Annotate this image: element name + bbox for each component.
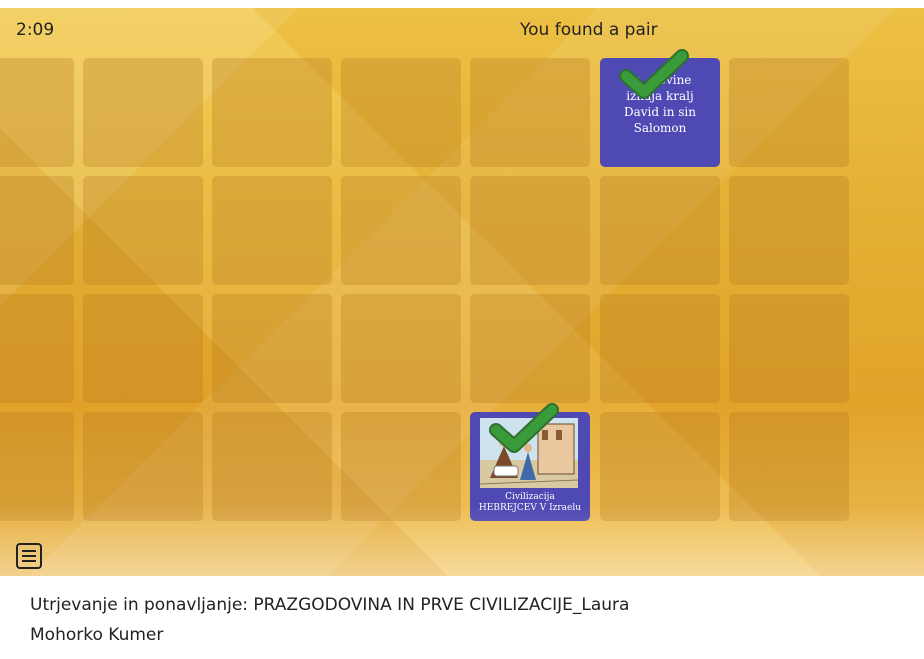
- card-caption-line: HEBREJCEV V Izraelu: [478, 503, 582, 513]
- card-hidden[interactable]: [212, 412, 332, 521]
- card-hidden[interactable]: [600, 176, 720, 285]
- menu-icon: [22, 550, 36, 552]
- timer: 2:09: [16, 20, 55, 40]
- card-hidden[interactable]: [212, 294, 332, 403]
- card-hidden[interactable]: [341, 294, 461, 403]
- card-hidden[interactable]: [212, 58, 332, 167]
- card-hidden[interactable]: [83, 412, 203, 521]
- card-hidden[interactable]: [470, 58, 590, 167]
- menu-button[interactable]: [16, 543, 42, 569]
- card-matched-text: Iz ... ovine izhaja kralj David in sin S…: [600, 49, 720, 167]
- game-board: 2:09 You found a pair Iz ... ovine izhaj…: [0, 8, 924, 576]
- checkmark-icon: [489, 403, 559, 453]
- activity-title: Utrjevanje in ponavljanje: PRAZGODOVINA …: [30, 590, 890, 650]
- menu-icon: [22, 560, 36, 562]
- card-hidden[interactable]: [729, 176, 849, 285]
- card-hidden[interactable]: [0, 294, 74, 403]
- card-hidden[interactable]: [0, 58, 74, 167]
- card-hidden[interactable]: [470, 176, 590, 285]
- card-hidden[interactable]: [341, 412, 461, 521]
- menu-icon: [22, 555, 36, 557]
- card-hidden[interactable]: [212, 176, 332, 285]
- card-matched-image: Civilizacija HEBREJCEV V Izraelu: [470, 403, 590, 521]
- top-bar: 2:09 You found a pair: [0, 8, 924, 56]
- card-text-line: David in sin: [624, 105, 696, 119]
- card-hidden[interactable]: [729, 294, 849, 403]
- card-text-line: Salomon: [633, 121, 687, 135]
- card-caption-line: Civilizacija: [505, 492, 555, 502]
- activity-title-line: Utrjevanje in ponavljanje: PRAZGODOVINA …: [30, 595, 630, 615]
- activity-title-line: Mohorko Kumer: [30, 625, 164, 645]
- card-hidden[interactable]: [341, 176, 461, 285]
- card-hidden[interactable]: [83, 58, 203, 167]
- checkmark-icon: [619, 49, 689, 99]
- card-hidden[interactable]: [470, 294, 590, 403]
- card-hidden[interactable]: [341, 58, 461, 167]
- card-hidden[interactable]: [729, 58, 849, 167]
- card-hidden[interactable]: [729, 412, 849, 521]
- card-hidden[interactable]: [600, 412, 720, 521]
- card-hidden[interactable]: [83, 294, 203, 403]
- card-hidden[interactable]: [600, 294, 720, 403]
- card-caption: Civilizacija HEBREJCEV V Izraelu: [472, 492, 588, 514]
- card-hidden[interactable]: [83, 176, 203, 285]
- status-message: You found a pair: [520, 20, 658, 40]
- card-hidden[interactable]: [0, 176, 74, 285]
- card-hidden[interactable]: [0, 412, 74, 521]
